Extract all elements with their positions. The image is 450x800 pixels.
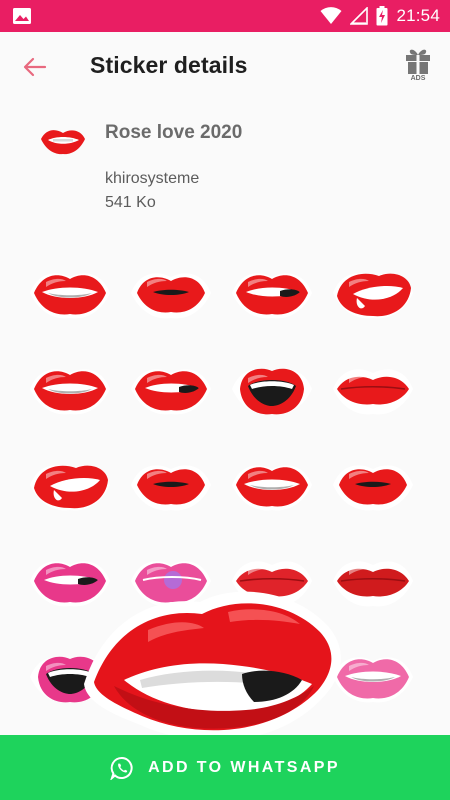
add-button-label: ADD TO WHATSAPP xyxy=(148,758,340,776)
sticker-item[interactable] xyxy=(224,252,320,334)
pack-author: khirosysteme xyxy=(105,170,200,187)
sticker-item[interactable] xyxy=(22,252,118,334)
sticker-item[interactable] xyxy=(123,348,219,430)
arrow-left-icon xyxy=(23,57,47,77)
gift-icon xyxy=(406,49,430,74)
pack-tray-icon xyxy=(41,130,85,155)
sticker-item[interactable] xyxy=(325,444,421,526)
sticker-item[interactable] xyxy=(224,444,320,526)
sticker-preview xyxy=(84,591,341,741)
status-time: 21:54 xyxy=(396,6,440,25)
lips-sticker-image xyxy=(232,273,312,319)
pack-name: Rose love 2020 xyxy=(105,122,243,143)
lips-sticker-image xyxy=(131,369,211,415)
lips-sticker-image xyxy=(131,465,211,511)
ads-button[interactable]: ADS xyxy=(404,47,432,87)
lips-sticker-image xyxy=(30,465,110,511)
sticker-item[interactable] xyxy=(224,348,320,430)
signal-icon xyxy=(350,7,369,25)
lips-sticker-image xyxy=(232,465,312,511)
lips-sticker-image xyxy=(333,465,413,511)
whatsapp-icon xyxy=(110,756,133,780)
lips-sticker-image xyxy=(333,369,413,415)
lips-sticker-image xyxy=(333,273,413,319)
sticker-details-screen: 21:54 Sticker details ADS Rose love 2020… xyxy=(0,0,450,800)
lips-sticker-image xyxy=(232,368,312,415)
image-icon xyxy=(13,8,31,24)
lips-sticker-image xyxy=(30,273,110,319)
sticker-item[interactable] xyxy=(22,348,118,430)
sticker-item[interactable] xyxy=(325,252,421,334)
toolbar: Sticker details ADS xyxy=(0,32,450,100)
lips-sticker-image xyxy=(131,273,211,319)
pack-size: 541 Ko xyxy=(105,194,156,211)
back-button[interactable] xyxy=(16,48,54,86)
page-title: Sticker details xyxy=(90,52,248,78)
sticker-item[interactable] xyxy=(123,252,219,334)
sticker-item[interactable] xyxy=(325,348,421,430)
status-bar: 21:54 xyxy=(0,0,450,32)
battery-charging-icon xyxy=(376,6,388,26)
sticker-item[interactable] xyxy=(123,444,219,526)
ads-label: ADS xyxy=(410,75,426,82)
add-to-whatsapp-button[interactable]: ADD TO WHATSAPP xyxy=(0,735,450,800)
wifi-icon xyxy=(320,7,342,24)
sticker-item[interactable] xyxy=(22,444,118,526)
lips-sticker-image xyxy=(30,369,110,415)
